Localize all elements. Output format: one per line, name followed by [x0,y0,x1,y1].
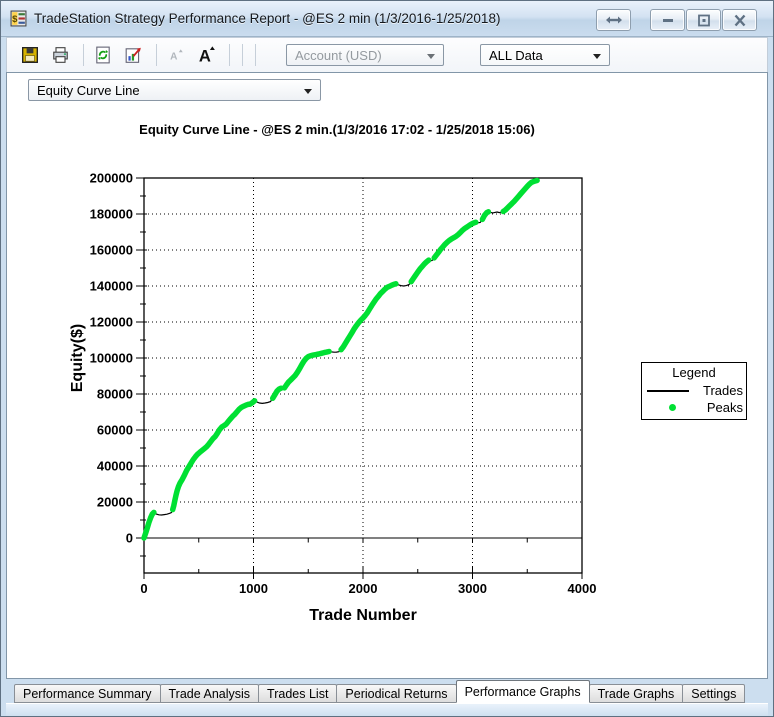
font-decrease-icon: A [167,46,185,64]
app-window: $ TradeStation Strategy Performance Repo… [0,0,774,717]
app-icon[interactable]: $ [10,10,27,27]
legend-entry-trades: Trades [642,382,746,399]
legend-title: Legend [642,363,746,382]
toolbar-separator [83,44,84,66]
resize-horizontal-icon [605,14,623,26]
graph-type-dropdown-value: Equity Curve Line [37,83,140,98]
print-button[interactable] [47,42,73,68]
svg-text:0: 0 [126,531,133,546]
svg-text:0: 0 [140,581,147,596]
window-controls [596,9,757,31]
refresh-icon [94,46,112,64]
refresh-button[interactable] [90,42,116,68]
svg-text:200000: 200000 [90,171,133,186]
font-increase-icon: A [196,45,216,65]
close-icon [732,14,748,27]
data-range-dropdown[interactable]: ALL Data [480,44,610,66]
svg-text:A: A [199,47,211,65]
tab-performance-graphs[interactable]: Performance Graphs [456,680,590,703]
svg-text:60000: 60000 [97,423,133,438]
svg-text:Equity($): Equity($) [69,324,86,392]
svg-text:40000: 40000 [97,459,133,474]
account-dropdown[interactable]: Account (USD) [286,44,444,66]
toolbar-separator [242,44,243,66]
minimize-button[interactable] [650,9,685,31]
chart-legend: Legend Trades Peaks [641,362,747,420]
svg-text:120000: 120000 [90,315,133,330]
svg-text:A: A [170,52,178,63]
minimize-icon [660,14,676,26]
svg-text:1000: 1000 [239,581,268,596]
chevron-down-icon [427,54,435,59]
window-frame: A A Account (USD) ALL Data [1,37,773,716]
save-button[interactable] [17,42,43,68]
font-increase-button[interactable]: A [193,42,219,68]
status-bar [6,703,768,716]
font-decrease-button[interactable]: A [163,42,189,68]
chevron-down-icon [304,89,312,94]
legend-entry-peaks: Peaks [642,399,746,416]
svg-text:180000: 180000 [90,207,133,222]
chevron-down-icon [593,54,601,59]
toolbar-separator [255,44,256,66]
chart-title: Equity Curve Line - @ES 2 min.(1/3/2016 … [67,122,607,137]
svg-text:160000: 160000 [90,243,133,258]
resize-window-button[interactable] [596,9,631,31]
svg-text:$: $ [12,14,18,25]
tab-trades-list[interactable]: Trades List [258,684,337,703]
print-icon [51,46,70,64]
export-settings-icon [124,46,143,64]
toolbar: A A Account (USD) ALL Data [6,37,768,72]
tab-settings[interactable]: Settings [682,684,745,703]
svg-text:80000: 80000 [97,387,133,402]
svg-text:Trade Number: Trade Number [309,607,417,624]
data-range-dropdown-value: ALL Data [489,48,543,63]
tab-performance-summary[interactable]: Performance Summary [14,684,161,703]
tab-trade-graphs[interactable]: Trade Graphs [589,684,684,703]
tab-periodical-returns[interactable]: Periodical Returns [336,684,456,703]
restore-button[interactable] [686,9,721,31]
toolbar-separator [156,44,157,66]
toolbar-separator [229,44,230,66]
svg-text:20000: 20000 [97,495,133,510]
peaks-dot-swatch [669,404,676,411]
close-button[interactable] [722,9,757,31]
graph-type-dropdown[interactable]: Equity Curve Line [28,79,321,101]
trades-line-swatch [647,390,689,392]
svg-text:3000: 3000 [458,581,487,596]
legend-label-peaks: Peaks [707,400,746,415]
report-tabstrip: Performance Summary Trade Analysis Trade… [6,679,768,703]
svg-text:140000: 140000 [90,279,133,294]
tab-trade-analysis[interactable]: Trade Analysis [160,684,260,703]
save-icon [21,46,39,64]
svg-text:100000: 100000 [90,351,133,366]
window-title: TradeStation Strategy Performance Report… [34,11,500,26]
title-bar: $ TradeStation Strategy Performance Repo… [1,1,773,37]
account-dropdown-value: Account (USD) [295,48,382,63]
svg-text:4000: 4000 [568,581,597,596]
svg-text:2000: 2000 [349,581,378,596]
export-settings-button[interactable] [120,42,146,68]
legend-label-trades: Trades [703,383,746,398]
report-content: 0200004000060000800001000001200001400001… [6,72,768,679]
restore-icon [696,14,712,27]
